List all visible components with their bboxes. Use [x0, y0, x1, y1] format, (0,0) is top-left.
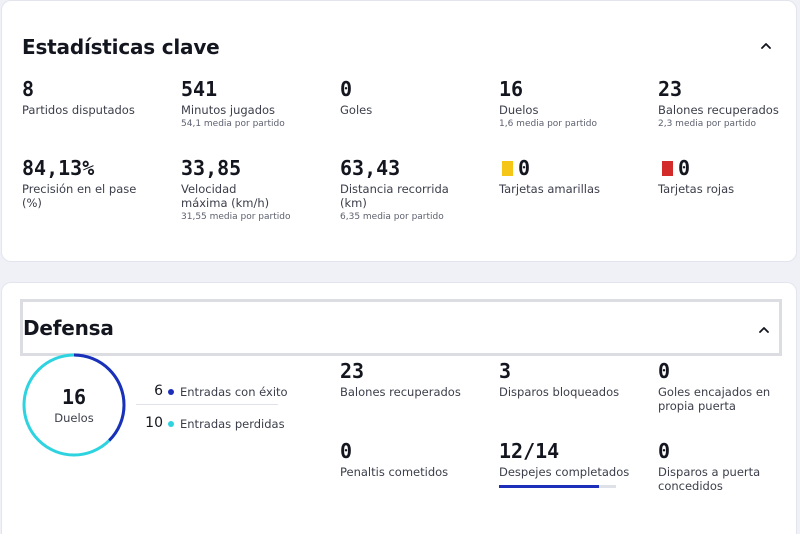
- stat-sub: 1,6 media por partido: [499, 119, 598, 129]
- defense-card: Defensa 16 Duelos 6 Entradas con éxito 1…: [1, 282, 797, 534]
- key-stats-title: Estadísticas clave: [22, 35, 220, 59]
- legend-count: 6: [154, 383, 163, 399]
- stat-balones: 23 Balones recuperados 2,3 media por par…: [658, 77, 800, 130]
- def-penaltis: 0 Penaltis cometidos: [340, 439, 490, 479]
- stat-value: 63,43: [340, 156, 401, 180]
- stat-value: 84,13%: [22, 156, 95, 180]
- stat-value: 8: [22, 77, 35, 101]
- stat-label: Minutos jugados: [181, 103, 276, 117]
- legend-count: 10: [145, 415, 163, 431]
- stat-value: 541: [181, 77, 218, 101]
- legend-label: Entradas con éxito: [180, 385, 288, 399]
- legend-label: Entradas perdidas: [180, 417, 285, 431]
- legend-dot-icon: [168, 389, 174, 395]
- stat-label: Goles encajados en propia puerta: [658, 385, 771, 413]
- stat-sub: 6,35 media por partido: [340, 212, 444, 222]
- stat-label: Tarjetas amarillas: [499, 182, 601, 196]
- stat-label: Distancia recorrida (km): [340, 182, 449, 210]
- chevron-up-icon[interactable]: [758, 38, 774, 54]
- def-despejes: 12/14 Despejes completados: [499, 439, 649, 488]
- stat-value: 0: [518, 156, 531, 180]
- legend-tackles-lost: 10 Entradas perdidas: [136, 415, 284, 435]
- stat-value: 12/14: [499, 439, 560, 463]
- stat-label: Duelos: [499, 103, 539, 117]
- stat-label: Precisión en el pase (%): [22, 182, 137, 210]
- stat-label: Tarjetas rojas: [658, 182, 735, 196]
- stat-value: 33,85: [181, 156, 242, 180]
- def-goles-propia: 0 Goles encajados en propia puerta: [658, 359, 778, 413]
- stat-label: Despejes completados: [499, 465, 630, 479]
- stat-label: Penaltis cometidos: [340, 465, 449, 479]
- stat-value: 0: [340, 77, 353, 101]
- stat-velocidad: 33,85 Velocidad máxima (km/h) 31,55 medi…: [181, 156, 311, 223]
- stat-label: Partidos disputados: [22, 103, 135, 117]
- ring-label: Duelos: [54, 411, 94, 425]
- stat-partidos: 8 Partidos disputados: [22, 77, 172, 117]
- stat-minutos: 541 Minutos jugados 54,1 media por parti…: [181, 77, 331, 130]
- def-disparos-concedidos: 0 Disparos a puerta concedidos: [658, 439, 778, 493]
- stat-label: Disparos a puerta concedidos: [658, 465, 761, 493]
- stat-value: 0: [658, 439, 671, 463]
- defense-header[interactable]: Defensa: [20, 299, 782, 356]
- despejes-progress-bar: [499, 485, 616, 488]
- stat-rojas: 0 Tarjetas rojas: [658, 156, 800, 196]
- stat-value: 23: [658, 77, 683, 101]
- red-card-icon: [662, 161, 673, 176]
- stat-value: 0: [658, 359, 671, 383]
- legend-tackles-won: 6 Entradas con éxito: [136, 383, 287, 403]
- stat-label: Goles: [340, 103, 373, 117]
- stat-value: 23: [340, 359, 365, 383]
- legend-divider: [136, 404, 278, 405]
- stat-value: 3: [499, 359, 512, 383]
- chevron-up-icon[interactable]: [756, 322, 772, 338]
- duels-ring-chart: 16 Duelos: [22, 353, 126, 457]
- ring-value: 16: [61, 385, 87, 409]
- stat-label: Balones recuperados: [340, 385, 461, 399]
- stat-label: Velocidad máxima (km/h): [181, 182, 270, 210]
- stat-goles: 0 Goles: [340, 77, 490, 117]
- yellow-card-icon: [502, 161, 513, 176]
- stat-distancia: 63,43 Distancia recorrida (km) 6,35 medi…: [340, 156, 470, 223]
- defense-title: Defensa: [23, 316, 114, 340]
- stat-label: Balones recuperados: [658, 103, 779, 117]
- key-stats-card: Estadísticas clave 8 Partidos disputados…: [1, 0, 797, 262]
- def-balones-recuperados: 23 Balones recuperados: [340, 359, 490, 399]
- stat-value: 0: [678, 156, 691, 180]
- stat-precision: 84,13% Precisión en el pase (%): [22, 156, 142, 210]
- legend-dot-icon: [168, 421, 174, 427]
- stat-sub: 54,1 media por partido: [181, 119, 285, 129]
- stat-sub: 31,55 media por partido: [181, 212, 291, 222]
- stat-duelos: 16 Duelos 1,6 media por partido: [499, 77, 649, 130]
- stat-value: 0: [340, 439, 353, 463]
- stat-amarillas: 0 Tarjetas amarillas: [499, 156, 652, 196]
- stat-value: 16: [499, 77, 524, 101]
- def-disparos-bloqueados: 3 Disparos bloqueados: [499, 359, 649, 399]
- stat-label: Disparos bloqueados: [499, 385, 620, 399]
- progress-fill: [499, 485, 600, 488]
- stat-sub: 2,3 media por partido: [658, 119, 757, 129]
